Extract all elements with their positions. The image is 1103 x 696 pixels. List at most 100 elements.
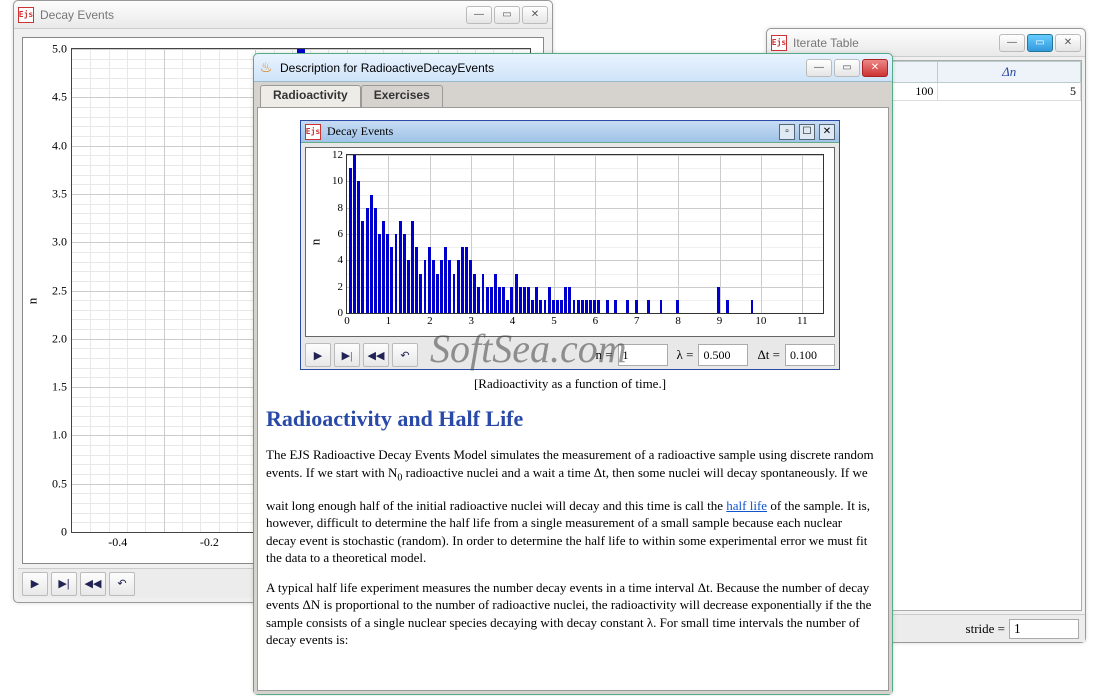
chart-bar bbox=[751, 300, 754, 313]
reset-button[interactable]: ◀◀ bbox=[80, 572, 106, 596]
stride-label: stride = bbox=[966, 621, 1005, 637]
chart-bar bbox=[486, 287, 489, 313]
chart-bar bbox=[539, 300, 542, 313]
chart-bar bbox=[556, 300, 559, 313]
ejs-icon: Ejs bbox=[305, 124, 321, 140]
titlebar[interactable]: ♨ Description for RadioactiveDecayEvents… bbox=[254, 54, 892, 82]
col-dn[interactable]: Δn bbox=[938, 62, 1081, 83]
dt-input[interactable] bbox=[785, 344, 835, 366]
reset-button[interactable]: ◀◀ bbox=[363, 343, 389, 367]
chart-bar bbox=[482, 274, 485, 314]
chart-bar bbox=[374, 208, 377, 313]
minimize-icon[interactable]: ▫ bbox=[779, 124, 795, 140]
chart-bar bbox=[560, 300, 563, 313]
inner-title-text: Decay Events bbox=[327, 124, 393, 139]
chart-bar bbox=[432, 260, 435, 313]
chart-bar bbox=[353, 155, 356, 313]
minimize-button[interactable]: — bbox=[466, 6, 492, 24]
window-title: Description for RadioactiveDecayEvents bbox=[280, 61, 806, 75]
chart-bar bbox=[552, 300, 555, 313]
chart-bar bbox=[577, 300, 580, 313]
half-life-link[interactable]: half life bbox=[726, 498, 767, 513]
maximize-button[interactable]: ▭ bbox=[834, 59, 860, 77]
chart-bar bbox=[635, 300, 638, 313]
chart-bar bbox=[349, 168, 352, 313]
minimize-button[interactable]: — bbox=[999, 34, 1025, 52]
maximize-button[interactable]: ▭ bbox=[494, 6, 520, 24]
chart-bar bbox=[502, 287, 505, 313]
inner-plot: 0 2 4 6 8 10 12 bbox=[346, 154, 824, 314]
undo-button[interactable]: ↶ bbox=[392, 343, 418, 367]
chart-bar bbox=[498, 287, 501, 313]
step-button[interactable]: ▶| bbox=[334, 343, 360, 367]
chart-bar bbox=[444, 247, 447, 313]
chart-bar bbox=[564, 287, 567, 313]
inner-n-input[interactable] bbox=[618, 344, 668, 366]
lambda-label: λ = bbox=[677, 347, 694, 363]
chart-bar bbox=[515, 274, 518, 314]
ejs-icon: Ejs bbox=[771, 35, 787, 51]
chart-bar bbox=[585, 300, 588, 313]
titlebar[interactable]: Ejs Decay Events — ▭ ✕ bbox=[14, 1, 552, 29]
chart-bar bbox=[510, 287, 513, 313]
chart-bar bbox=[370, 195, 373, 314]
chart-bar bbox=[717, 287, 720, 313]
description-window: ♨ Description for RadioactiveDecayEvents… bbox=[253, 53, 893, 695]
maximize-icon[interactable]: ☐ bbox=[799, 124, 815, 140]
inner-toolbar: ▶ ▶| ◀◀ ↶ n = λ = Δt = bbox=[301, 341, 839, 369]
chart-bar bbox=[494, 274, 497, 314]
close-icon[interactable]: ✕ bbox=[819, 124, 835, 140]
ejs-icon: Ejs bbox=[18, 7, 34, 23]
paragraph-1: The EJS Radioactive Decay Events Model s… bbox=[266, 446, 874, 485]
play-button[interactable]: ▶ bbox=[22, 572, 48, 596]
chart-bar bbox=[357, 181, 360, 313]
close-button[interactable]: ✕ bbox=[1055, 34, 1081, 52]
chart-bar bbox=[531, 300, 534, 313]
chart-bar bbox=[386, 234, 389, 313]
chart-bar bbox=[366, 208, 369, 313]
chart-bar bbox=[490, 287, 493, 313]
java-icon: ♨ bbox=[258, 60, 274, 76]
inner-n-label: n = bbox=[595, 347, 612, 363]
chart-bar bbox=[614, 300, 617, 313]
window-title: Decay Events bbox=[40, 8, 466, 22]
step-button[interactable]: ▶| bbox=[51, 572, 77, 596]
inner-titlebar[interactable]: Ejs Decay Events ▫ ☐ ✕ bbox=[301, 121, 839, 143]
chart-bar bbox=[395, 234, 398, 313]
chart-bar bbox=[527, 287, 530, 313]
stride-input[interactable] bbox=[1009, 619, 1079, 639]
description-content[interactable]: Ejs Decay Events ▫ ☐ ✕ n bbox=[257, 107, 889, 691]
lambda-input[interactable] bbox=[698, 344, 748, 366]
chart-bar bbox=[523, 287, 526, 313]
chart-bar bbox=[581, 300, 584, 313]
chart-bar bbox=[519, 287, 522, 313]
chart-bar bbox=[606, 300, 609, 313]
close-button[interactable]: ✕ bbox=[862, 59, 888, 77]
chart-bar bbox=[403, 234, 406, 313]
chart-bar bbox=[382, 221, 385, 313]
chart-bar bbox=[469, 260, 472, 313]
chart-bar bbox=[465, 247, 468, 313]
tab-radioactivity[interactable]: Radioactivity bbox=[260, 85, 361, 107]
chart-bar bbox=[568, 287, 571, 313]
window-title: Iterate Table bbox=[793, 36, 999, 50]
chart-bar bbox=[647, 300, 650, 313]
chart-bar bbox=[407, 260, 410, 313]
play-button[interactable]: ▶ bbox=[305, 343, 331, 367]
paragraph-3: A typical half life experiment measures … bbox=[266, 579, 874, 649]
chart-bar bbox=[676, 300, 679, 313]
tab-exercises[interactable]: Exercises bbox=[361, 85, 443, 107]
chart-bar bbox=[477, 287, 480, 313]
chart-bar bbox=[589, 300, 592, 313]
chart-bar bbox=[457, 260, 460, 313]
undo-button[interactable]: ↶ bbox=[109, 572, 135, 596]
chart-bar bbox=[411, 221, 414, 313]
minimize-button[interactable]: — bbox=[806, 59, 832, 77]
maximize-button[interactable]: ▭ bbox=[1027, 34, 1053, 52]
chart-bar bbox=[461, 247, 464, 313]
close-button[interactable]: ✕ bbox=[522, 6, 548, 24]
chart-bar bbox=[440, 260, 443, 313]
chart-bar bbox=[726, 300, 729, 313]
chart-bar bbox=[626, 300, 629, 313]
chart-bar bbox=[548, 287, 551, 313]
